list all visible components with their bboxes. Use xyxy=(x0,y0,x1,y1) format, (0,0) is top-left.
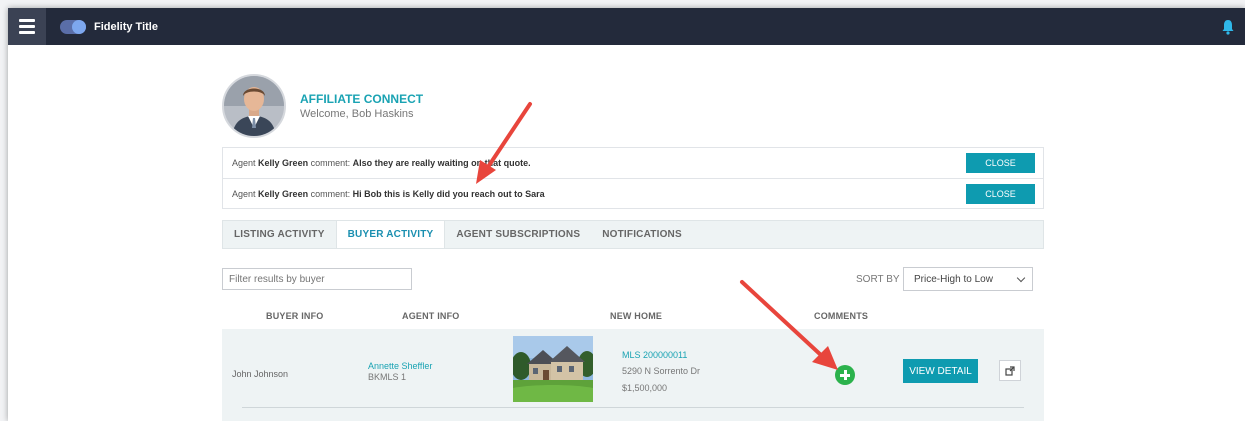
alert-text: Agent Kelly Green comment: Also they are… xyxy=(232,158,531,168)
toggle-icon[interactable] xyxy=(60,19,86,34)
brand-name: Fidelity Title xyxy=(94,20,158,33)
close-button[interactable]: CLOSE xyxy=(966,183,1035,204)
external-link-button[interactable] xyxy=(999,360,1021,381)
home-address: 5290 N Sorrento Dr xyxy=(622,366,701,376)
alert-message: Also they are really waiting on that quo… xyxy=(352,158,531,168)
alert-text: Agent Kelly Green comment: Hi Bob this i… xyxy=(232,188,545,199)
home-price: $1,500,000 xyxy=(622,383,668,393)
agent-id: BKMLS 1 xyxy=(368,372,407,382)
agent-name-link[interactable]: Annette Sheffler xyxy=(368,361,432,371)
profile-header: AFFILIATE CONNECT Welcome, Bob Haskins xyxy=(222,74,423,138)
alert-message: Hi Bob this is Kelly did you reach out t… xyxy=(352,188,545,199)
alert-agent: Kelly Green xyxy=(258,158,309,168)
mls-link[interactable]: MLS 200000011 xyxy=(622,350,687,360)
tab-agent-subscriptions[interactable]: AGENT SUBSCRIPTIONS xyxy=(445,221,591,248)
screenshot-frame: Fidelity Title AFFILIATE CONNECT Welcome… xyxy=(0,0,1245,421)
column-comments: COMMENTS xyxy=(814,311,869,321)
view-detail-button[interactable]: VIEW DETAIL xyxy=(903,359,978,383)
tab-listing-activity[interactable]: LISTING ACTIVITY xyxy=(223,221,336,248)
external-link-icon xyxy=(1005,365,1015,376)
page-title: AFFILIATE CONNECT xyxy=(300,92,424,106)
buyer-name: John Johnson xyxy=(232,369,289,379)
home-photo xyxy=(513,336,593,402)
tab-buyer-activity[interactable]: BUYER ACTIVITY xyxy=(335,221,446,248)
comment-alerts: Agent Kelly Green comment: Also they are… xyxy=(222,147,1044,209)
sort-selected-value: Price-High to Low xyxy=(914,273,993,285)
table-row: John Johnson Annette Sheffler BKMLS 1 ML… xyxy=(222,329,1044,421)
menu-icon[interactable] xyxy=(8,8,46,45)
sort-by-label: SORT BY xyxy=(856,274,900,285)
add-comment-icon[interactable] xyxy=(835,365,855,385)
row-divider xyxy=(242,407,1024,408)
alert-agent: Kelly Green xyxy=(258,188,309,199)
tab-notifications[interactable]: NOTIFICATIONS xyxy=(591,221,693,248)
alert-row: Agent Kelly Green comment: Hi Bob this i… xyxy=(223,178,1043,208)
filter-buyer-input[interactable] xyxy=(222,268,412,290)
close-button[interactable]: CLOSE xyxy=(966,153,1035,173)
welcome-text: Welcome, Bob Haskins xyxy=(300,108,414,120)
column-buyer-info: BUYER INFO xyxy=(266,311,324,321)
app-window: Fidelity Title AFFILIATE CONNECT Welcome… xyxy=(8,8,1245,421)
activity-tabs: LISTING ACTIVITY BUYER ACTIVITY AGENT SU… xyxy=(222,220,1044,249)
alert-row: Agent Kelly Green comment: Also they are… xyxy=(223,148,1043,178)
chevron-down-icon xyxy=(1016,273,1026,283)
column-new-home: NEW HOME xyxy=(610,311,663,321)
column-agent-info: AGENT INFO xyxy=(402,311,460,321)
top-bar: Fidelity Title xyxy=(8,8,1245,45)
avatar xyxy=(222,74,286,138)
sort-select[interactable]: Price-High to Low xyxy=(903,267,1033,291)
bell-icon[interactable] xyxy=(1221,19,1235,35)
